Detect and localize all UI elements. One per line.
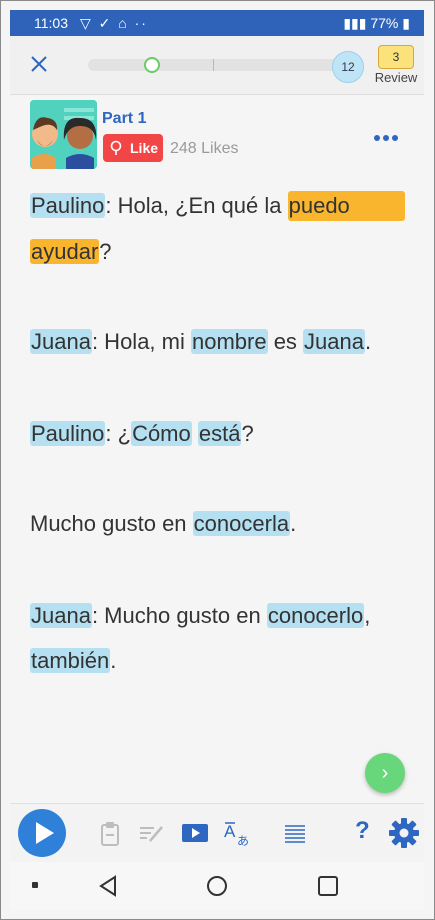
dialogue-text: . <box>110 648 117 673</box>
progress-dot <box>144 57 160 73</box>
list-icon[interactable] <box>281 819 309 847</box>
dialogue-line-6: Juana: Mucho gusto en conocerlo, <box>30 601 370 631</box>
lesson-progress-bar <box>88 57 344 73</box>
like-label: Like <box>130 140 159 156</box>
review-count-badge[interactable]: 3 <box>378 45 414 69</box>
dialogue-text: : Mucho gusto en <box>91 603 267 628</box>
dialogue-text: . <box>290 511 297 536</box>
dialogue-line-4: Paulino: ¿Cómo está? <box>30 419 254 449</box>
video-play-icon[interactable] <box>181 819 209 847</box>
battery-icon: ▮ <box>402 15 410 31</box>
edit-lines-icon[interactable] <box>137 819 165 847</box>
vocab-word[interactable]: conocerla <box>192 511 291 536</box>
dot-icon <box>383 135 389 141</box>
more-options-button[interactable] <box>374 128 404 141</box>
dialogue-text: ? <box>241 421 254 446</box>
vocab-word[interactable]: también <box>30 648 111 673</box>
vocab-word[interactable]: Juana <box>30 603 92 628</box>
close-button[interactable] <box>28 53 50 75</box>
status-time: 11:03 <box>34 15 68 31</box>
svg-text:あ: あ <box>237 834 249 847</box>
vocab-word[interactable]: Paulino <box>30 421 106 446</box>
vocab-word[interactable]: nombre <box>190 329 268 354</box>
status-right: ▮▮▮ 77% ▮ <box>343 15 410 32</box>
play-audio-button[interactable] <box>18 809 66 857</box>
vocab-word[interactable]: conocerlo <box>266 603 365 628</box>
close-icon <box>31 56 47 72</box>
dialogue-text: . <box>365 329 372 354</box>
help-icon[interactable]: ? <box>355 817 370 845</box>
play-icon <box>36 822 54 844</box>
characters-illustration <box>30 100 97 169</box>
battery-level: 77% <box>370 15 399 31</box>
vocab-word[interactable]: Juana <box>30 329 92 354</box>
vocab-word[interactable]: Cómo <box>131 421 192 446</box>
dialogue-line-3: Juana: Hola, mi nombre es Juana. <box>30 327 371 357</box>
vocab-word[interactable]: está <box>197 421 242 446</box>
vocab-word[interactable]: ayudar <box>30 239 100 264</box>
next-button[interactable]: › <box>365 753 405 793</box>
bottom-toolbar: A あ ? <box>10 803 424 862</box>
likes-count: 248 Likes <box>170 140 239 157</box>
home-icon[interactable] <box>206 875 228 897</box>
back-icon[interactable] <box>98 875 118 897</box>
dialogue-text <box>192 421 198 446</box>
dialogue-line-5: Mucho gusto en conocerla. <box>30 509 296 539</box>
count-badge[interactable]: 12 <box>332 51 364 83</box>
dot-icon <box>392 135 398 141</box>
clipboard-icon[interactable] <box>96 819 124 847</box>
system-nav-bar <box>10 862 424 910</box>
recents-dot-icon[interactable] <box>32 882 38 888</box>
translate-icon[interactable]: A あ <box>223 819 251 847</box>
dialogue-text: es <box>267 329 304 354</box>
chevron-right-icon: › <box>381 762 389 784</box>
vocab-word[interactable]: Paulino <box>30 193 106 218</box>
vocab-word[interactable]: Juana <box>303 329 365 354</box>
dialogue-line-7: también. <box>30 646 116 676</box>
status-bar: 11:03 ▽ ✓ ⌂ ·· ▮▮▮ 77% ▮ <box>10 10 424 36</box>
dialogue-text: , <box>364 603 371 628</box>
dialogue-text: : ¿ <box>105 421 132 446</box>
svg-text:A: A <box>224 822 236 841</box>
signal-icon: ▮▮▮ <box>343 15 367 31</box>
notification-icons: ▽ ✓ ⌂ ·· <box>80 15 148 31</box>
dialogue-line-1: Paulino: Hola, ¿En qué la puedo <box>30 191 405 221</box>
top-bar: 12 3 Review <box>10 36 424 95</box>
part-title[interactable]: Part 1 <box>102 110 146 128</box>
review-label[interactable]: Review <box>372 70 420 85</box>
gear-icon[interactable] <box>388 817 420 849</box>
like-button[interactable]: Like <box>103 134 163 162</box>
dialogue-line-2: ayudar? <box>30 237 112 267</box>
dialogue-text: Mucho gusto en <box>30 511 193 536</box>
vocab-word[interactable]: puedo <box>287 191 405 221</box>
lesson-thumbnail[interactable] <box>30 100 97 169</box>
dialogue-text: ? <box>99 239 112 264</box>
rose-icon <box>110 140 122 155</box>
overview-icon[interactable] <box>318 876 338 896</box>
dot-icon <box>374 135 380 141</box>
dialogue-text: : Hola, ¿En qué la <box>105 193 288 218</box>
progress-tick <box>213 59 214 71</box>
dialogue-text: : Hola, mi <box>91 329 191 354</box>
